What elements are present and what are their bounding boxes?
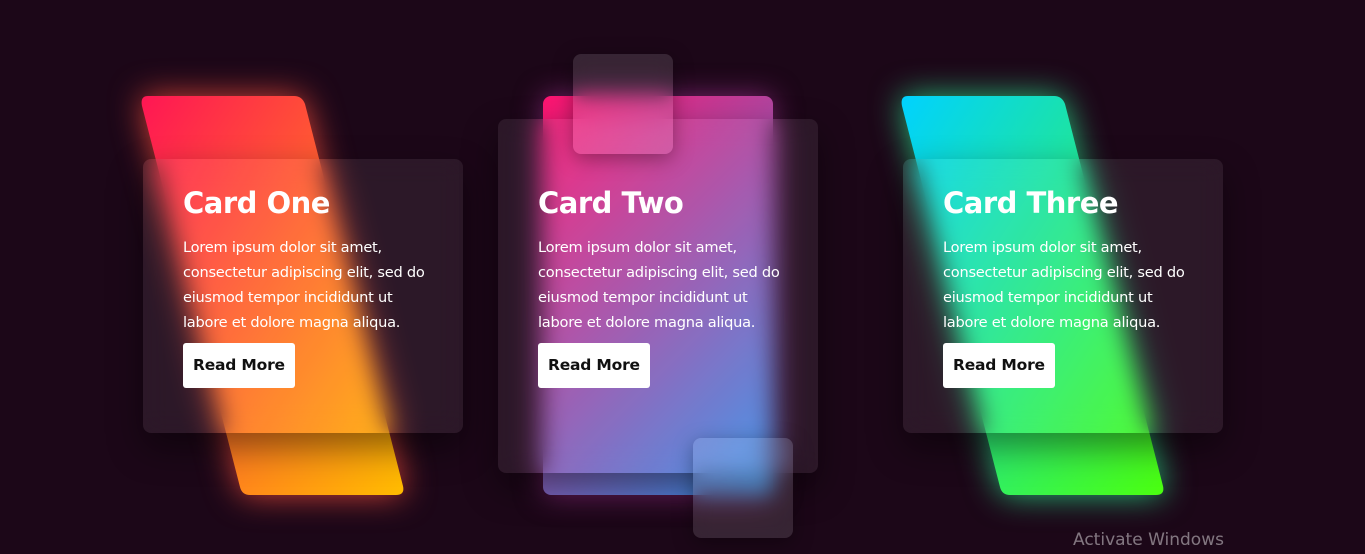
card-two-description: Lorem ipsum dolor sit amet, consectetur … [538,239,780,331]
card-one-panel: Card One Lorem ipsum dolor sit amet, con… [143,159,463,433]
card-one-read-more-button[interactable]: Read More [183,343,295,388]
page-stage: Card One Lorem ipsum dolor sit amet, con… [0,0,1365,554]
card-three-read-more-button[interactable]: Read More [943,343,1055,388]
card-three-description: Lorem ipsum dolor sit amet, consectetur … [943,239,1185,331]
card-three-panel: Card Three Lorem ipsum dolor sit amet, c… [903,159,1223,433]
card-two-top-square [573,54,673,154]
card-three-title: Card Three [943,186,1119,220]
activate-windows-watermark: Activate Windows [1073,530,1224,550]
card-two-bottom-square [693,438,793,538]
card-one-description: Lorem ipsum dolor sit amet, consectetur … [183,239,425,331]
card-two-panel: Card Two Lorem ipsum dolor sit amet, con… [498,119,818,473]
card-two-read-more-button[interactable]: Read More [538,343,650,388]
card-one-title: Card One [183,186,330,220]
card-two-title: Card Two [538,186,684,220]
